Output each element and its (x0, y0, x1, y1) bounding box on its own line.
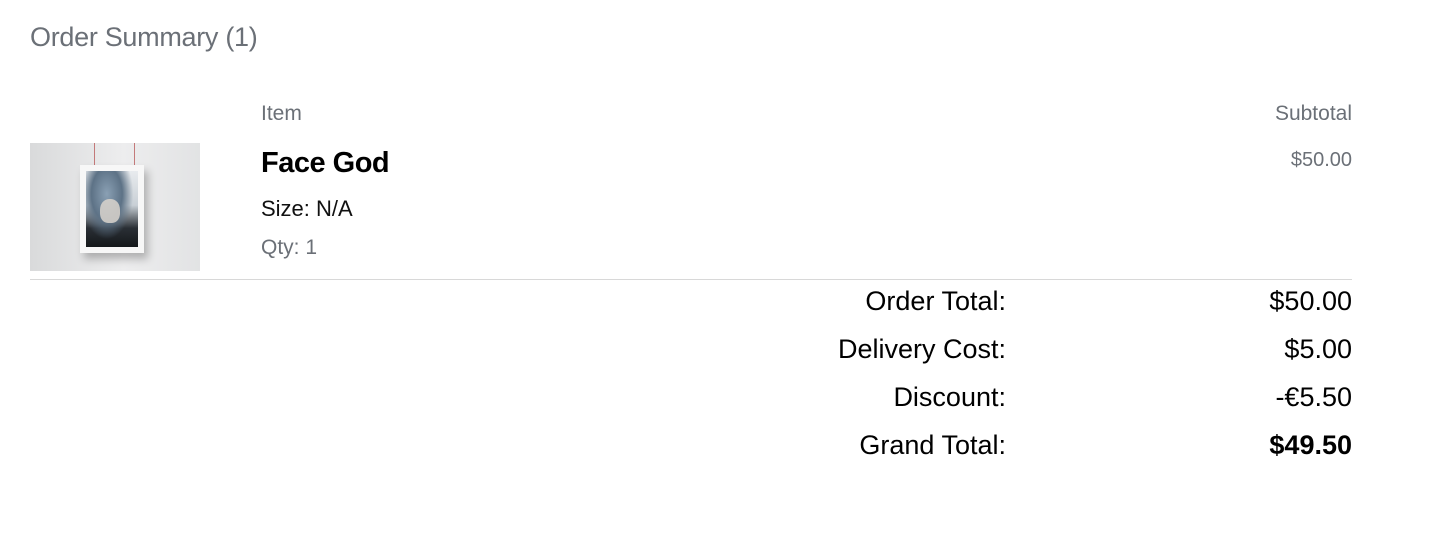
grand-total-value: $49.50 (1269, 430, 1352, 460)
delivery-cost-value: $5.00 (1284, 334, 1352, 364)
item-column-header: Item (261, 102, 302, 125)
poster-artwork (86, 171, 138, 247)
order-summary-title: Order Summary (1) (30, 22, 258, 52)
discount-value: -€5.50 (1275, 382, 1352, 412)
order-total-label: Order Total: (865, 286, 1006, 316)
product-thumbnail-image[interactable] (30, 143, 200, 271)
hanging-wire (94, 143, 95, 167)
hanging-wire (134, 143, 135, 167)
item-quantity: Qty: 1 (261, 236, 318, 259)
grand-total-row: Grand Total: $49.50 (792, 430, 1352, 470)
grand-total-label: Grand Total: (859, 430, 1006, 460)
item-size: Size: N/A (261, 196, 353, 221)
item-name[interactable]: Face God (261, 147, 390, 180)
poster-frame (80, 165, 144, 253)
discount-label: Discount: (893, 382, 1006, 412)
subtotal-column-header: Subtotal (1274, 102, 1352, 125)
order-total-value: $50.00 (1269, 286, 1352, 316)
discount-row: Discount: -€5.50 (792, 382, 1352, 422)
delivery-cost-label: Delivery Cost: (837, 334, 1006, 364)
divider (30, 279, 1352, 280)
order-total-row: Order Total: $50.00 (792, 286, 1352, 326)
delivery-cost-row: Delivery Cost: $5.00 (792, 334, 1352, 374)
item-subtotal: $50.00 (1290, 149, 1352, 171)
